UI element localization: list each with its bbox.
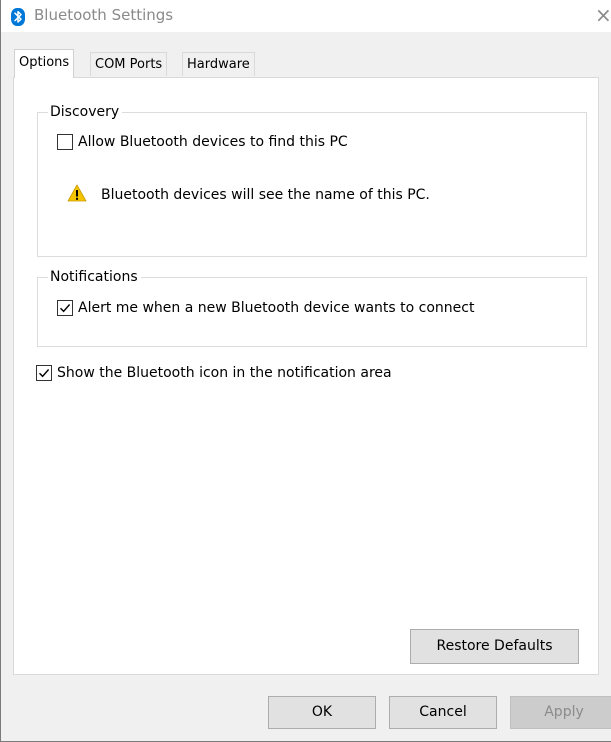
- cancel-button[interactable]: Cancel: [389, 696, 497, 729]
- discovery-group: Discovery Allow Bluetooth devices to fin…: [37, 102, 587, 257]
- bluetooth-icon: [11, 8, 25, 26]
- restore-defaults-button[interactable]: Restore Defaults: [410, 629, 579, 664]
- apply-button[interactable]: Apply: [510, 696, 611, 729]
- options-panel: Discovery Allow Bluetooth devices to fin…: [13, 77, 599, 675]
- allow-discovery-checkbox-row[interactable]: Allow Bluetooth devices to find this PC: [57, 133, 348, 151]
- tab-com-ports[interactable]: COM Ports: [90, 52, 168, 76]
- checkmark-icon: [60, 304, 71, 313]
- title-bar: Bluetooth Settings ×: [1, 0, 611, 32]
- discovery-warning-text: Bluetooth devices will see the name of t…: [101, 187, 430, 203]
- discovery-warning: Bluetooth devices will see the name of t…: [67, 184, 430, 206]
- ok-button[interactable]: OK: [268, 696, 376, 729]
- alert-connect-checkbox-row[interactable]: Alert me when a new Bluetooth device wan…: [57, 299, 474, 317]
- allow-discovery-label: Allow Bluetooth devices to find this PC: [78, 134, 348, 150]
- warning-triangle-icon: [67, 184, 87, 206]
- tab-hardware[interactable]: Hardware: [182, 52, 255, 76]
- notifications-legend: Notifications: [48, 267, 141, 287]
- close-icon[interactable]: ×: [595, 2, 611, 28]
- alert-connect-checkbox[interactable]: [57, 300, 73, 316]
- checkmark-icon: [39, 369, 50, 378]
- tab-options[interactable]: Options: [14, 49, 75, 78]
- allow-discovery-checkbox[interactable]: [57, 134, 73, 150]
- show-icon-checkbox[interactable]: [36, 365, 52, 381]
- alert-connect-label: Alert me when a new Bluetooth device wan…: [78, 300, 475, 316]
- bluetooth-settings-window: Bluetooth Settings × Options COM Ports H…: [0, 0, 611, 742]
- show-icon-checkbox-row[interactable]: Show the Bluetooth icon in the notificat…: [36, 364, 392, 382]
- notifications-group: Notifications Alert me when a new Blueto…: [37, 267, 587, 347]
- show-icon-label: Show the Bluetooth icon in the notificat…: [57, 365, 392, 381]
- window-title: Bluetooth Settings: [34, 6, 174, 24]
- discovery-legend: Discovery: [48, 102, 123, 122]
